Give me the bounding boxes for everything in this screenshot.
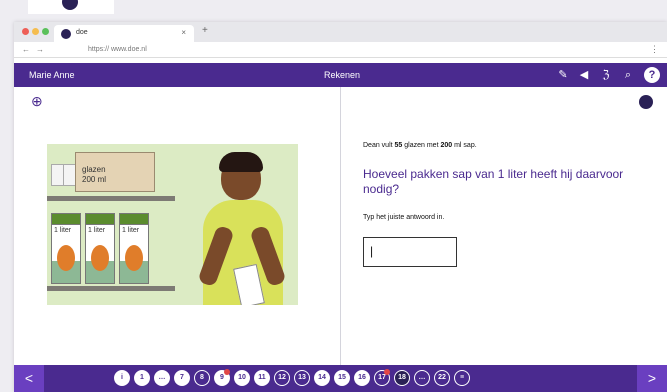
new-tab-button[interactable]: + [202, 25, 208, 36]
shelf-bottom [47, 286, 175, 291]
pencil-icon[interactable]: ✎ [555, 67, 571, 83]
carton-top [85, 213, 115, 225]
question-intro: Dean vult 55 glazen met 200 ml sap. [363, 142, 477, 149]
speaker-icon[interactable]: ◀ [576, 67, 592, 83]
browser-tab[interactable]: doe × [54, 25, 194, 42]
shelf-top [47, 196, 175, 201]
question-navigation: < i 1… 7 8 9 10 11 12 13 14 15 16 17 18… 22 ≡ > [14, 365, 667, 392]
carton-label: 1 liter [54, 227, 72, 234]
previous-button[interactable]: < [14, 365, 44, 392]
question-number-button[interactable]: 18 [394, 370, 410, 386]
hair [219, 152, 263, 172]
question-number-button[interactable]: 7 [174, 370, 190, 386]
address-bar: ← → https:// www.doe.nl ⋮ [14, 42, 667, 58]
question-illustration: glazen 200 ml 1 liter 1 liter 1 liter [47, 144, 298, 305]
browser-window: doe × + ← → https:// www.doe.nl ⋮ Marie … [14, 22, 667, 392]
tab-bar: doe × + [14, 22, 667, 42]
carton-label: 1 liter [122, 227, 140, 234]
juice-carton: 1 liter [51, 213, 81, 284]
tab-close-icon[interactable]: × [181, 28, 186, 37]
question-number-button[interactable]: … [154, 370, 170, 386]
user-name: Marie Anne [29, 70, 75, 80]
minimize-window-icon[interactable] [32, 28, 39, 35]
glasses-box: glazen 200 ml [75, 152, 155, 192]
question-number-button[interactable]: 15 [334, 370, 350, 386]
forward-button[interactable]: → [36, 45, 44, 54]
url-field[interactable]: https:// www.doe.nl [88, 46, 147, 53]
juice-carton: 1 liter [85, 213, 115, 284]
question-number-button[interactable]: ≡ [454, 370, 470, 386]
question-number-button[interactable]: 16 [354, 370, 370, 386]
question-number-button[interactable]: 8 [194, 370, 210, 386]
question-number-button[interactable]: 9 [214, 369, 230, 386]
tab-favicon-icon [61, 29, 71, 39]
question-number-button[interactable]: 12 [274, 370, 290, 386]
question-number-button[interactable]: 13 [294, 370, 310, 386]
question-list: i 1… 7 8 9 10 11 12 13 14 15 16 17 18… 22 ≡ [114, 369, 470, 387]
question-number-button[interactable]: … [414, 370, 430, 386]
question-number-button[interactable]: 17 [374, 369, 390, 386]
carton-label: 1 liter [88, 227, 106, 234]
orange-icon [57, 245, 75, 271]
answer-input[interactable]: | [363, 237, 457, 267]
app-header: Marie Anne Rekenen ✎ ◀ ℨ ⌕ ? [14, 63, 667, 87]
question-number-button[interactable]: 14 [314, 370, 330, 386]
question-text: Hoeveel pakken sap van 1 liter heeft hij… [363, 167, 624, 196]
next-button[interactable]: > [637, 365, 667, 392]
intro-text: ml sap. [452, 142, 477, 149]
main-content: ⊕ glazen 200 ml 1 liter 1 liter 1 liter … [14, 87, 667, 365]
close-window-icon[interactable] [22, 28, 29, 35]
maximize-window-icon[interactable] [42, 28, 49, 35]
intro-text: Dean vult [363, 142, 395, 149]
question-number-button[interactable]: 10 [234, 370, 250, 386]
panel-divider [340, 87, 341, 365]
bookmark-icon[interactable] [639, 95, 653, 109]
question-number-button[interactable]: 1 [134, 370, 150, 386]
translate-icon[interactable]: ℨ [598, 67, 614, 83]
back-button[interactable]: ← [22, 45, 30, 54]
intro-ml: 200 [440, 142, 453, 149]
orange-icon [125, 245, 143, 271]
subject-title: Rekenen [324, 70, 361, 80]
question-instruction: Typ het juiste antwoord in. [363, 214, 445, 221]
search-icon[interactable]: ⌕ [620, 67, 636, 83]
carton-top [119, 213, 149, 225]
help-icon[interactable]: ? [644, 67, 660, 83]
orange-icon [91, 245, 109, 271]
intro-text: glazen met [402, 142, 441, 149]
question-number-button[interactable]: 11 [254, 370, 270, 386]
top-decoration [0, 0, 667, 22]
question-number-button[interactable]: 22 [434, 370, 450, 386]
carton-top [51, 213, 81, 225]
tab-title: doe [76, 29, 88, 36]
zoom-in-icon[interactable]: ⊕ [31, 93, 43, 110]
browser-menu-icon[interactable]: ⋮ [650, 44, 659, 55]
juice-carton: 1 liter [119, 213, 149, 284]
box-label: glazen 200 ml [82, 165, 107, 184]
question-number-button[interactable]: i [114, 370, 130, 386]
boy-figure [197, 152, 287, 305]
